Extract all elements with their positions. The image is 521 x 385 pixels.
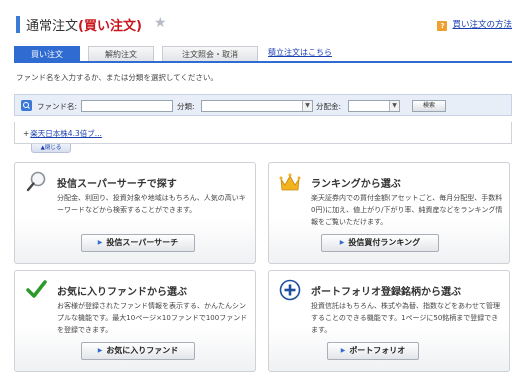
help-icon: ? [437,21,448,31]
howto-link[interactable]: 買い注文の方法 [452,20,512,30]
triangle-right-icon: ▶ [340,347,346,354]
card-ranking: ランキングから選ぶ 楽天証券内での買付金額(アセットごと、毎月分配型、手数料0円… [268,162,510,264]
page-title: 通常注文(買い注文) [26,15,142,34]
favorite-funds-button[interactable]: ▶ お気に入りファンド [81,342,195,360]
page-title-main: 通常注文 [26,19,79,34]
fund-search-bar: ファンド名: 分類: ▼ 分配金: ▼ 検索 [14,94,512,116]
tab-order-inquiry[interactable]: 注文照会・取消 [162,46,258,61]
triangle-right-icon: ▶ [339,239,345,246]
category-select[interactable]: ▼ [201,100,313,112]
page-header: 通常注文(買い注文) ★ ? 買い注文の方法 [16,14,512,36]
instructions-text: ファンド名を入力するか、または分類を選択してください。 [16,73,218,82]
card-super-search: 投信スーパーサーチで探す 分配金、利回り、投資対象や地域はもちろん、人気の高いキ… [14,162,256,264]
super-search-button-label: 投信スーパーサーチ [106,238,179,247]
card-favorites: お気に入りファンドから選ぶ お客様が登録されたファンド情報を表示する、かんたんシ… [14,270,256,372]
page: 通常注文(買い注文) ★ ? 買い注文の方法 買い注文 解約注文 注文照会・取消 … [0,0,521,385]
star-icon[interactable]: ★ [154,15,167,31]
recent-funds-panel: +楽天日本株4.3倍ブ... [14,122,512,144]
fund-ranking-button-label: 投信買付ランキング [348,238,421,247]
chevron-down-icon: ▼ [302,101,312,111]
distribution-select[interactable]: ▼ [348,100,400,112]
portfolio-button-label: ポートフォリオ [349,346,406,355]
tab-buy-order[interactable]: 買い注文 [14,46,80,61]
search-icon [21,100,32,111]
recent-fund-mark: + [23,129,30,138]
recent-fund-link[interactable]: 楽天日本株4.3倍ブ... [30,129,102,138]
card-portfolio: ポートフォリオ登録銘柄から選ぶ 投資信託はもちろん、株式や為替、指数などをあわせ… [268,270,510,372]
card-title: お気に入りファンドから選ぶ [57,287,187,298]
triangle-right-icon: ▶ [97,239,103,246]
category-label: 分類: [177,102,195,111]
card-title: ポートフォリオ登録銘柄から選ぶ [311,287,461,298]
card-description: 分配金、利回り、投資対象や地域はもちろん、人気の高いキーワードなどから検索するこ… [57,194,246,214]
order-tabs: 買い注文 解約注文 注文照会・取消 積立注文はこちら [14,46,512,63]
card-title: 投信スーパーサーチで探す [57,179,177,190]
page-title-emphasis: (買い注文) [78,19,142,34]
crown-icon [279,173,301,191]
recent-fund-item: +楽天日本株4.3倍ブ... [23,128,102,139]
fund-name-input[interactable] [81,100,173,112]
howto-link-wrap: ? 買い注文の方法 [437,18,512,31]
fund-name-label: ファンド名: [37,102,78,111]
card-description: お客様が登録されたファンド情報を表示する、かんたんシンプルな機能です。最大10ペ… [57,302,248,334]
fund-ranking-button[interactable]: ▶ 投信買付ランキング [321,234,439,252]
magnifier-icon [26,171,46,192]
checkmark-icon [26,280,47,298]
super-search-button[interactable]: ▶ 投信スーパーサーチ [81,234,195,252]
card-description: 楽天証券内での買付金額(アセットごと、毎月分配型、手数料0円)に加え、値上がり/… [311,194,503,226]
plus-circle-icon [279,279,301,301]
card-description: 投資信託はもちろん、株式や為替、指数などをあわせて管理することのできる機能です。… [311,302,500,334]
portfolio-button[interactable]: ▶ ポートフォリオ [327,342,419,360]
favorite-funds-button-label: お気に入りファンド [106,346,179,355]
distribution-label: 分配金: [316,102,342,111]
card-title: ランキングから選ぶ [311,179,401,190]
search-button[interactable]: 検索 [412,100,446,112]
title-accent-bar [16,16,20,33]
chevron-down-icon: ▼ [389,101,399,111]
close-panel-button[interactable]: ▲閉じる [31,144,71,153]
triangle-right-icon: ▶ [97,347,103,354]
tsumitate-order-link[interactable]: 積立注文はこちら [268,47,332,58]
tab-sell-order[interactable]: 解約注文 [88,46,154,61]
